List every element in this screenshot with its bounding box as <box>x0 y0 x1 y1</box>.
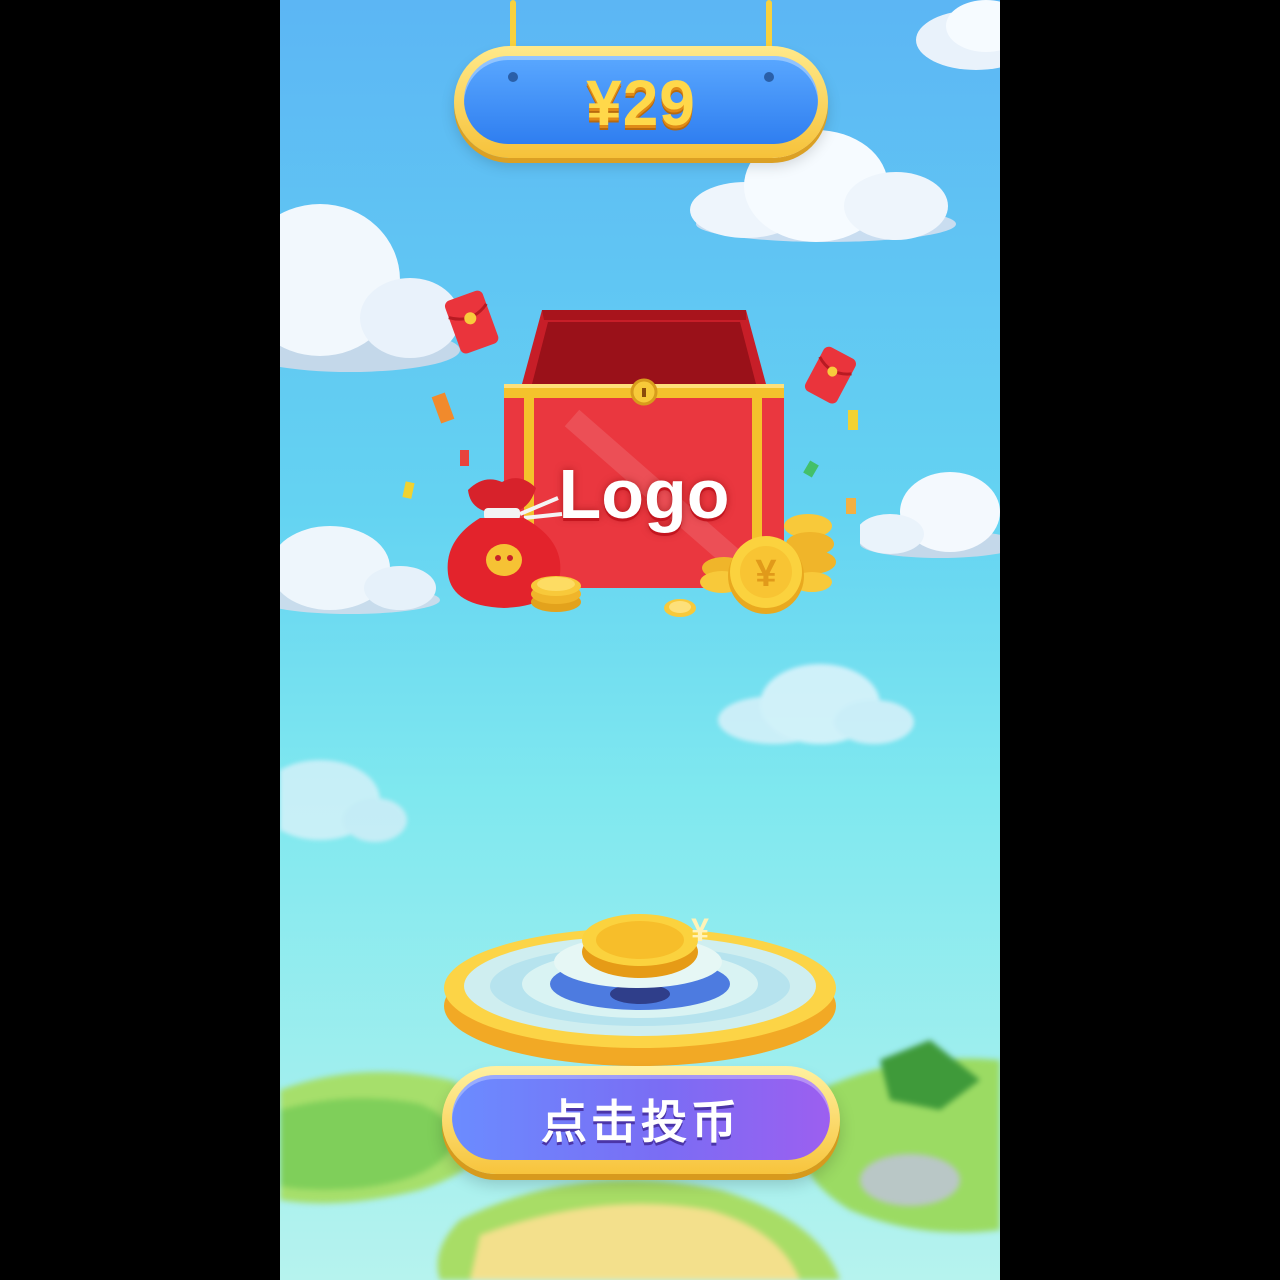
cloud-left <box>280 204 460 372</box>
single-coin-icon <box>664 599 696 617</box>
insert-coin-label: 点击投币 <box>541 1095 741 1149</box>
red-envelope-icon-left <box>444 290 499 354</box>
rope-knot-right <box>764 72 774 82</box>
coin-stack-small-icon <box>531 576 581 612</box>
cloud-left-low <box>280 760 407 842</box>
price-sign: ¥29 <box>454 46 828 158</box>
cloud-center-blur <box>718 664 914 744</box>
cloud-left-mid <box>280 526 440 614</box>
svg-text:¥: ¥ <box>755 553 776 595</box>
insert-coin-button[interactable]: 点击投币 <box>442 1066 840 1174</box>
cloud-top-right <box>916 0 1000 70</box>
coin-pile-icon: ¥ <box>700 514 836 614</box>
cloud-right-mid <box>860 472 1000 558</box>
coin-symbol: ¥ <box>691 912 709 948</box>
coin-slot[interactable]: ¥ <box>442 900 838 1070</box>
game-screen: ¥29 Logo ¥ ¥ 点击投币 <box>280 0 1000 1280</box>
rope-knot-left <box>508 72 518 82</box>
